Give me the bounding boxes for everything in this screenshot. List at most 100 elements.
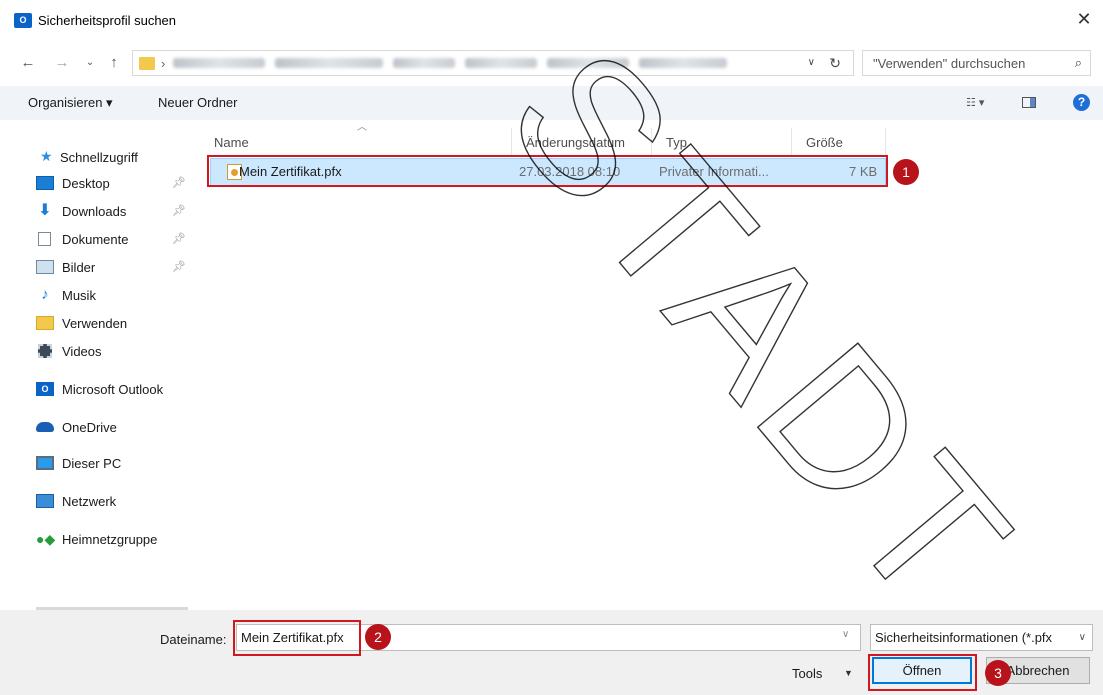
sidebar-item-homegroup[interactable]: ●◆ Heimnetzgruppe	[36, 526, 157, 552]
column-header-size[interactable]: Größe	[792, 128, 886, 156]
sidebar-item-network[interactable]: Netzwerk	[36, 488, 116, 514]
sidebar-label: Desktop	[62, 175, 110, 191]
cloud-icon	[36, 422, 54, 432]
sidebar-label: Musik	[62, 287, 96, 303]
network-icon	[36, 494, 54, 508]
new-folder-button[interactable]: Neuer Ordner	[158, 95, 237, 110]
filetype-select[interactable]: Sicherheitsinformationen (*.pfx ∨	[870, 624, 1093, 651]
search-input[interactable]: "Verwenden" durchsuchen ⌕	[862, 50, 1091, 76]
up-arrow-icon[interactable]: ↑	[104, 54, 124, 71]
window-title: Sicherheitsprofil suchen	[38, 12, 177, 28]
column-header-date[interactable]: Änderungsdatum	[512, 128, 652, 156]
sidebar-item-documents[interactable]: Dokumente	[36, 226, 128, 252]
column-header-name[interactable]: Name	[200, 128, 512, 156]
sidebar-label: Dieser PC	[62, 455, 122, 471]
breadcrumb-blurred-4	[465, 58, 538, 68]
sidebar-item-videos[interactable]: Videos	[36, 338, 102, 364]
command-bar: Organisieren ▾ Neuer Ordner ☷ ▾ ?	[0, 86, 1103, 120]
breadcrumb-blurred-3	[393, 58, 456, 68]
breadcrumb-separator: ›	[161, 55, 166, 71]
column-label: Größe	[806, 134, 843, 150]
filename-field[interactable]: Mein Zertifikat.pfx	[236, 624, 861, 651]
search-placeholder: "Verwenden" durchsuchen	[873, 55, 1026, 71]
refresh-icon[interactable]: ↻	[829, 55, 841, 72]
pictures-icon	[36, 260, 54, 274]
navigation-pane: ★ Schnellzugriff Desktop 📌︎ ⬇ Downloads …	[0, 120, 200, 635]
sidebar-label: Microsoft Outlook	[62, 381, 164, 397]
file-type: Privater Informati...	[659, 164, 769, 179]
sidebar-item-quick-access[interactable]: ★ Schnellzugriff	[40, 144, 138, 170]
recent-locations-chevron-icon[interactable]: ⌄	[80, 57, 100, 68]
column-label: Name	[214, 134, 249, 150]
close-button[interactable]: ✕	[1073, 10, 1095, 30]
address-bar[interactable]: › ∨ ↻	[132, 50, 854, 76]
pin-icon[interactable]: 📌︎	[172, 204, 186, 217]
sidebar-label: OneDrive	[62, 419, 117, 435]
filetype-value: Sicherheitsinformationen (*.pfx	[875, 630, 1053, 645]
forward-arrow-icon[interactable]: →	[52, 54, 72, 71]
sidebar-item-downloads[interactable]: ⬇ Downloads	[36, 198, 126, 224]
star-icon: ★	[40, 148, 53, 164]
filename-value: Mein Zertifikat.pfx	[241, 630, 344, 645]
step-badge-2: 2	[365, 624, 391, 650]
sidebar-label: Bilder	[62, 259, 96, 275]
address-row: ← → ⌄ ↑ › ∨ ↻ "Verwenden" durchsuchen ⌕	[0, 46, 1103, 80]
sidebar-label: Schnellzugriff	[60, 149, 138, 165]
search-icon[interactable]: ⌕	[1075, 55, 1082, 71]
sidebar-item-onedrive[interactable]: OneDrive	[36, 414, 117, 440]
homegroup-icon: ●◆	[36, 531, 56, 547]
file-size: 7 KB	[849, 164, 878, 179]
sidebar-label: Netzwerk	[62, 493, 117, 509]
column-header-type[interactable]: Typ	[652, 128, 792, 156]
tools-dropdown-icon[interactable]: ▼	[844, 668, 853, 678]
preview-pane-icon[interactable]	[1022, 97, 1036, 108]
filename-label: Dateiname:	[160, 632, 227, 647]
sidebar-label: Dokumente	[62, 231, 129, 247]
sort-ascending-icon: ︿	[357, 122, 367, 133]
breadcrumb-blurred-5	[547, 58, 630, 68]
sidebar-item-music[interactable]: ♪ Musik	[36, 282, 96, 308]
bottom-panel: Dateiname: Mein Zertifikat.pfx ∨ Sicherh…	[0, 610, 1103, 695]
address-dropdown-icon[interactable]: ∨	[808, 57, 815, 68]
document-icon	[38, 232, 51, 246]
chevron-down-icon: ∨	[1078, 632, 1086, 643]
file-name: Mein Zertifikat.pfx	[239, 164, 342, 179]
step-badge-3: 3	[985, 660, 1011, 686]
sidebar-item-pictures[interactable]: Bilder	[36, 254, 95, 280]
pin-icon[interactable]: 📌︎	[172, 232, 186, 245]
sidebar-label: Verwenden	[62, 315, 128, 331]
table-row[interactable]: Mein Zertifikat.pfx 27.03.2018 08:10 Pri…	[210, 158, 886, 186]
computer-icon	[36, 456, 54, 470]
folder-icon	[36, 316, 54, 330]
pin-icon[interactable]: 📌︎	[172, 176, 186, 189]
column-label: Typ	[666, 134, 687, 150]
title-bar: O Sicherheitsprofil suchen ✕	[0, 0, 1103, 40]
film-icon	[38, 344, 52, 358]
pin-icon[interactable]: 📌︎	[172, 260, 186, 273]
sidebar-label: Heimnetzgruppe	[62, 531, 158, 547]
filename-dropdown-icon[interactable]: ∨	[842, 629, 849, 640]
file-date: 27.03.2018 08:10	[519, 164, 621, 179]
tools-button[interactable]: Tools	[792, 666, 822, 681]
column-label: Änderungsdatum	[526, 134, 626, 150]
folder-icon	[139, 56, 155, 70]
back-arrow-icon[interactable]: ←	[18, 54, 38, 71]
music-note-icon: ♪	[41, 286, 49, 303]
help-icon[interactable]: ?	[1073, 94, 1090, 111]
sidebar-item-verwenden[interactable]: Verwenden	[36, 310, 127, 336]
outlook-icon: O	[36, 382, 54, 396]
desktop-icon	[36, 176, 54, 190]
sidebar-label: Downloads	[62, 203, 127, 219]
sidebar-item-desktop[interactable]: Desktop	[36, 170, 110, 196]
breadcrumb-blurred-6	[639, 58, 728, 68]
sidebar-item-microsoft-outlook[interactable]: O Microsoft Outlook	[36, 376, 163, 402]
open-button[interactable]: Öffnen	[872, 657, 972, 684]
breadcrumb-blurred-1	[173, 58, 266, 68]
sidebar-label: Videos	[62, 343, 102, 359]
organize-button[interactable]: Organisieren ▾	[28, 95, 113, 111]
change-view-icon[interactable]: ☷ ▾	[966, 96, 988, 109]
step-badge-1: 1	[893, 159, 919, 185]
sidebar-item-this-pc[interactable]: Dieser PC	[36, 450, 121, 476]
breadcrumb-blurred-2	[275, 58, 384, 68]
download-arrow-icon: ⬇	[38, 202, 52, 219]
